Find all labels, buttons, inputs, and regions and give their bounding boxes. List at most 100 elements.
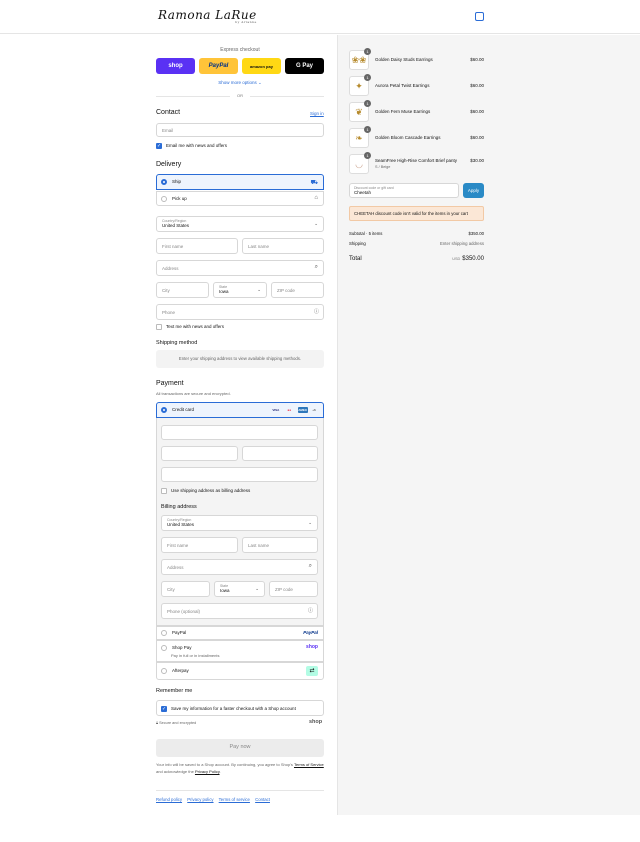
discount-field[interactable]: Discount code or gift card Cheetah (349, 183, 459, 198)
afterpay-radio[interactable] (161, 668, 167, 674)
save-info-checkbox[interactable]: ✓ (161, 706, 167, 712)
legal-line: Your info will be saved to a Shop accoun… (156, 762, 293, 767)
expiration-field[interactable] (161, 446, 238, 461)
billing-first-name-field[interactable]: First name (161, 537, 238, 553)
total-value: $350.00 (462, 256, 484, 262)
name-on-card-field[interactable] (161, 467, 318, 482)
quantity-badge: 1 (364, 74, 371, 81)
chevron-down-icon: ⌄ (314, 221, 318, 226)
news-checkbox[interactable]: ✓ (156, 143, 162, 149)
help-icon[interactable]: ⓘ (308, 607, 313, 614)
subtotal-label: Subtotal · 5 items (349, 231, 383, 236)
pickup-radio[interactable] (161, 196, 167, 202)
earring-icon: ❦ (355, 106, 363, 117)
shop-logo: shop (309, 719, 323, 725)
contact-heading: Contact (156, 109, 181, 116)
afterpay-option[interactable]: Afterpay ⇄ (156, 662, 324, 680)
last-name-field[interactable]: Last name (242, 238, 324, 254)
phone-placeholder: Phone (162, 310, 176, 315)
secure-label: Secure and encrypted (159, 721, 197, 725)
terms-link[interactable]: Terms of Service (294, 762, 324, 767)
privacy-link[interactable]: Privacy Policy (195, 769, 220, 774)
billing-state-select[interactable]: State Iowa ⌄ (214, 581, 265, 597)
shop-pay-radio[interactable] (161, 645, 167, 651)
use-shipping-row[interactable]: Use shipping address as billing address (161, 488, 250, 494)
remember-heading: Remember me (156, 688, 193, 694)
billing-city-field[interactable]: City (161, 581, 210, 597)
afterpay-label: Afterpay (172, 668, 189, 674)
email-placeholder: Email (162, 128, 174, 133)
billing-first-placeholder: First name (167, 543, 189, 548)
security-code-field[interactable] (242, 446, 318, 461)
billing-city-placeholder: City (167, 587, 175, 592)
help-icon[interactable]: ⓘ (314, 308, 319, 315)
billing-last-name-field[interactable]: Last name (242, 537, 318, 553)
news-checkbox-row[interactable]: ✓ Email me with news and offers (156, 143, 227, 149)
zip-field[interactable]: ZIP code (271, 282, 324, 298)
terms-of-service-link[interactable]: Terms of service (219, 797, 250, 802)
paypal-option[interactable]: PayPal PayPal (156, 626, 324, 640)
earring-icon: ✦ (355, 80, 363, 91)
last-name-placeholder: Last name (248, 244, 270, 249)
product-thumbnail: ❦ 1 (349, 100, 371, 122)
shipping-method-heading: Shipping method (156, 340, 198, 346)
discount-error: CHEETAH discount code isn't valid for th… (349, 206, 484, 221)
shop-pay-label: Shop Pay (172, 645, 192, 651)
product-thumbnail: ◡ 1 (349, 152, 371, 174)
product-price: $60.00 (470, 135, 484, 140)
ship-label: Ship (172, 179, 182, 185)
credit-card-option[interactable]: Credit card VISA ●● AMEX +6 (156, 402, 324, 418)
country-select[interactable]: Country/Region United States ⌄ (156, 216, 324, 232)
show-more-options-link[interactable]: Show more options ⌄ (156, 80, 324, 86)
use-shipping-label: Use shipping address as billing address (171, 488, 251, 494)
first-name-placeholder: First name (162, 244, 184, 249)
order-summary (337, 35, 640, 815)
address-field[interactable]: Address ⌕ (156, 260, 324, 276)
ship-radio[interactable] (161, 179, 167, 185)
save-info-box[interactable]: ✓ Save my information for a faster checko… (156, 700, 324, 716)
state-select[interactable]: State Iowa ⌄ (213, 282, 267, 298)
billing-phone-field[interactable]: Phone (optional) ⓘ (161, 603, 318, 619)
first-name-field[interactable]: First name (156, 238, 238, 254)
cart-bag-icon[interactable] (475, 12, 484, 21)
discount-value: Cheetah (354, 190, 372, 195)
store-icon: ⌂ (314, 195, 318, 201)
search-icon: ⌕ (308, 563, 312, 569)
credit-card-label: Credit card (172, 407, 195, 413)
phone-field[interactable]: Phone ⓘ (156, 304, 324, 320)
billing-country-select[interactable]: Country/Region United States ⌄ (161, 515, 318, 531)
shop-pay-option[interactable]: Shop Pay Pay in full or in installments … (156, 640, 324, 662)
sign-in-link[interactable]: Sign in (310, 111, 324, 116)
paypal-radio[interactable] (161, 630, 167, 636)
total-row-value: USD $350.00 (452, 256, 484, 262)
quantity-badge: 1 (364, 48, 371, 55)
credit-card-radio[interactable] (161, 407, 167, 413)
billing-heading: Billing address (161, 504, 197, 510)
privacy-policy-link[interactable]: Privacy policy (187, 797, 213, 802)
ship-option[interactable]: Ship ⛟ (156, 174, 324, 190)
amazon-pay-button[interactable]: amazon pay (242, 58, 281, 74)
brand-logo[interactable]: Ramona LaRue by Arianne (158, 8, 257, 24)
google-pay-button[interactable]: G Pay (285, 58, 324, 74)
apply-button[interactable]: Apply (463, 183, 484, 198)
paypal-button[interactable]: PayPal (199, 58, 238, 74)
state-value: Iowa (219, 289, 229, 294)
text-me-row[interactable]: Text me with news and offers (156, 324, 224, 330)
card-number-field[interactable] (161, 425, 318, 440)
text-me-checkbox[interactable] (156, 324, 162, 330)
use-shipping-checkbox[interactable] (161, 488, 167, 494)
city-field[interactable]: City (156, 282, 209, 298)
billing-address-field[interactable]: Address ⌕ (161, 559, 318, 575)
contact-link[interactable]: Contact (255, 797, 270, 802)
shop-pay-button[interactable]: shop (156, 58, 195, 74)
refund-policy-link[interactable]: Refund policy (156, 797, 182, 802)
shipping-label: Shipping (349, 241, 366, 246)
billing-zip-field[interactable]: ZIP code (269, 581, 318, 597)
pickup-option[interactable]: Pick up ⌂ (156, 191, 324, 206)
email-field[interactable]: Email (156, 123, 324, 137)
shop-pay-logo: shop (306, 644, 318, 650)
secure-note: 🔒︎ Secure and encrypted (156, 721, 196, 725)
product-price: $60.00 (470, 109, 484, 114)
legal-mid: and acknowledge the (156, 768, 194, 774)
pay-now-button[interactable]: Pay now (156, 739, 324, 757)
